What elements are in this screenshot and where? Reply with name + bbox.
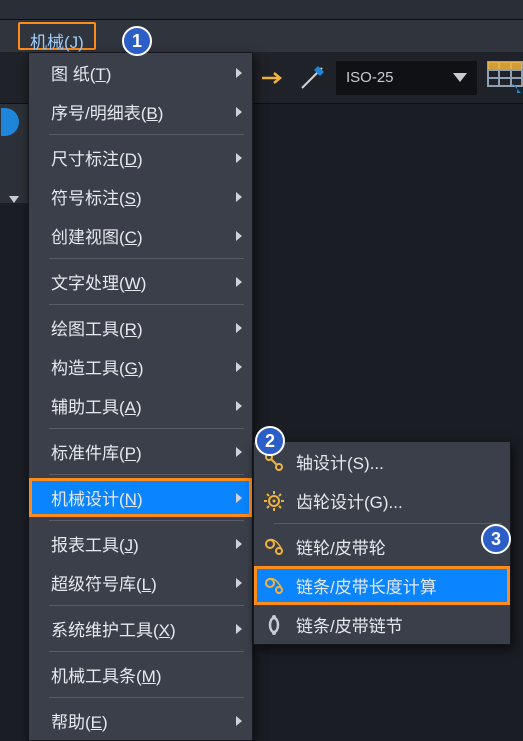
submenu-arrow-icon [236, 107, 242, 117]
menu-item[interactable]: 系统维护工具(X) [29, 609, 252, 648]
menu-item-label: 报表工具(J) [51, 531, 139, 556]
table-style-icon[interactable] [487, 61, 523, 95]
mechanical-design-submenu: 轴设计(S)... 齿轮设计(G)... 链轮/皮带轮链条/皮带长度计算链条/皮带链… [253, 441, 511, 645]
menu-item-label: 帮助(E) [51, 708, 108, 733]
annotation-badge-3: 3 [481, 524, 511, 554]
menu-item[interactable]: 构造工具(G) [29, 347, 252, 386]
submenu-item-label: 轴设计(S)... [296, 449, 384, 474]
menu-item[interactable]: 帮助(E) [29, 701, 252, 740]
menu-item[interactable]: 超级符号库(L) [29, 563, 252, 602]
submenu-arrow-icon [236, 231, 242, 241]
arrow-tool-icon[interactable] [260, 62, 288, 94]
sprocket-icon [262, 535, 286, 559]
chain-length-icon [262, 574, 286, 598]
menu-mechanical[interactable]: 机械(J) [18, 22, 96, 50]
submenu-arrow-icon [236, 716, 242, 726]
menu-separator [49, 697, 244, 698]
menu-item-label: 超级符号库(L) [51, 570, 157, 595]
submenu-item-label: 链轮/皮带轮 [296, 534, 386, 559]
menu-item[interactable]: 文字处理(W) [29, 262, 252, 301]
annotation-badge-1: 1 [122, 26, 152, 56]
submenu-arrow-icon [236, 624, 242, 634]
left-panel [0, 104, 28, 203]
submenu-arrow-icon [236, 68, 242, 78]
submenu-arrow-icon [236, 323, 242, 333]
menu-item-label: 辅助工具(A) [51, 393, 142, 418]
menu-item-label: 文字处理(W) [51, 269, 146, 294]
submenu-arrow-icon [236, 401, 242, 411]
menu-item-label: 创建视图(C) [51, 223, 143, 248]
submenu-item[interactable]: 链条/皮带长度计算 [254, 566, 510, 605]
submenu-item-label: 链条/皮带链节 [296, 612, 403, 637]
dim-style-select[interactable]: ISO-25 [336, 61, 477, 95]
menu-item-label: 尺寸标注(D) [51, 145, 143, 170]
menu-item-label: 标准件库(P) [51, 439, 142, 464]
menu-item[interactable]: 序号/明细表(B) [29, 92, 252, 131]
mechanical-menu-dropdown: 图 纸(T) 序号/明细表(B) 尺寸标注(D) 符号标注(S) 创建视图(C) 文字处理… [28, 52, 253, 741]
menu-separator [49, 474, 244, 475]
annotation-badge-2: 2 [255, 426, 285, 456]
submenu-arrow-icon [236, 447, 242, 457]
menu-item-label: 系统维护工具(X) [51, 616, 176, 641]
menu-item[interactable]: 绘图工具(R) [29, 308, 252, 347]
chevron-down-icon[interactable] [9, 196, 19, 203]
submenu-arrow-icon [236, 192, 242, 202]
menu-item-label: 绘图工具(R) [51, 315, 143, 340]
submenu-item-label: 链条/皮带长度计算 [296, 573, 437, 598]
menu-item-label: 符号标注(S) [51, 184, 142, 209]
chevron-down-icon [453, 73, 467, 82]
submenu-arrow-icon [236, 362, 242, 372]
menu-item[interactable]: 尺寸标注(D) [29, 138, 252, 177]
submenu-item[interactable]: 链条/皮带链节 [254, 605, 510, 644]
chain-link-icon [262, 613, 286, 637]
menu-item[interactable]: 报表工具(J) [29, 524, 252, 563]
menu-item[interactable]: 创建视图(C) [29, 216, 252, 255]
menu-item[interactable]: 机械设计(N) [29, 478, 252, 517]
menu-item-label: 机械工具条(M) [51, 662, 162, 687]
titlebar [0, 0, 523, 20]
menu-separator [49, 605, 244, 606]
submenu-arrow-icon [236, 277, 242, 287]
menu-separator [274, 523, 502, 524]
menu-separator [49, 428, 244, 429]
menu-item-label: 序号/明细表(B) [51, 99, 163, 124]
pencil-line-icon[interactable] [298, 62, 326, 94]
menu-separator [49, 304, 244, 305]
menu-separator [49, 651, 244, 652]
menu-item[interactable]: 辅助工具(A) [29, 386, 252, 425]
menubar: 机械(J) [0, 20, 523, 52]
menu-separator [49, 258, 244, 259]
gear-icon [262, 489, 286, 513]
menu-item-label: 图 纸(T) [51, 60, 111, 85]
submenu-item[interactable]: 齿轮设计(G)... [254, 481, 510, 520]
menu-item-label: 构造工具(G) [51, 354, 144, 379]
menu-item[interactable]: 机械工具条(M) [29, 655, 252, 694]
submenu-item[interactable]: 链轮/皮带轮 [254, 527, 510, 566]
menu-item[interactable]: 标准件库(P) [29, 432, 252, 471]
menu-separator [49, 520, 244, 521]
menu-item[interactable]: 图 纸(T) [29, 53, 252, 92]
panel-tab-icon[interactable] [1, 108, 19, 136]
submenu-arrow-icon [236, 153, 242, 163]
menu-item-label: 机械设计(N) [51, 485, 143, 510]
submenu-arrow-icon [236, 539, 242, 549]
submenu-arrow-icon [236, 493, 242, 503]
dim-style-value: ISO-25 [346, 69, 394, 86]
menu-separator [49, 134, 244, 135]
menu-item[interactable]: 符号标注(S) [29, 177, 252, 216]
submenu-arrow-icon [236, 578, 242, 588]
submenu-item-label: 齿轮设计(G)... [296, 488, 403, 513]
submenu-item[interactable]: 轴设计(S)... [254, 442, 510, 481]
